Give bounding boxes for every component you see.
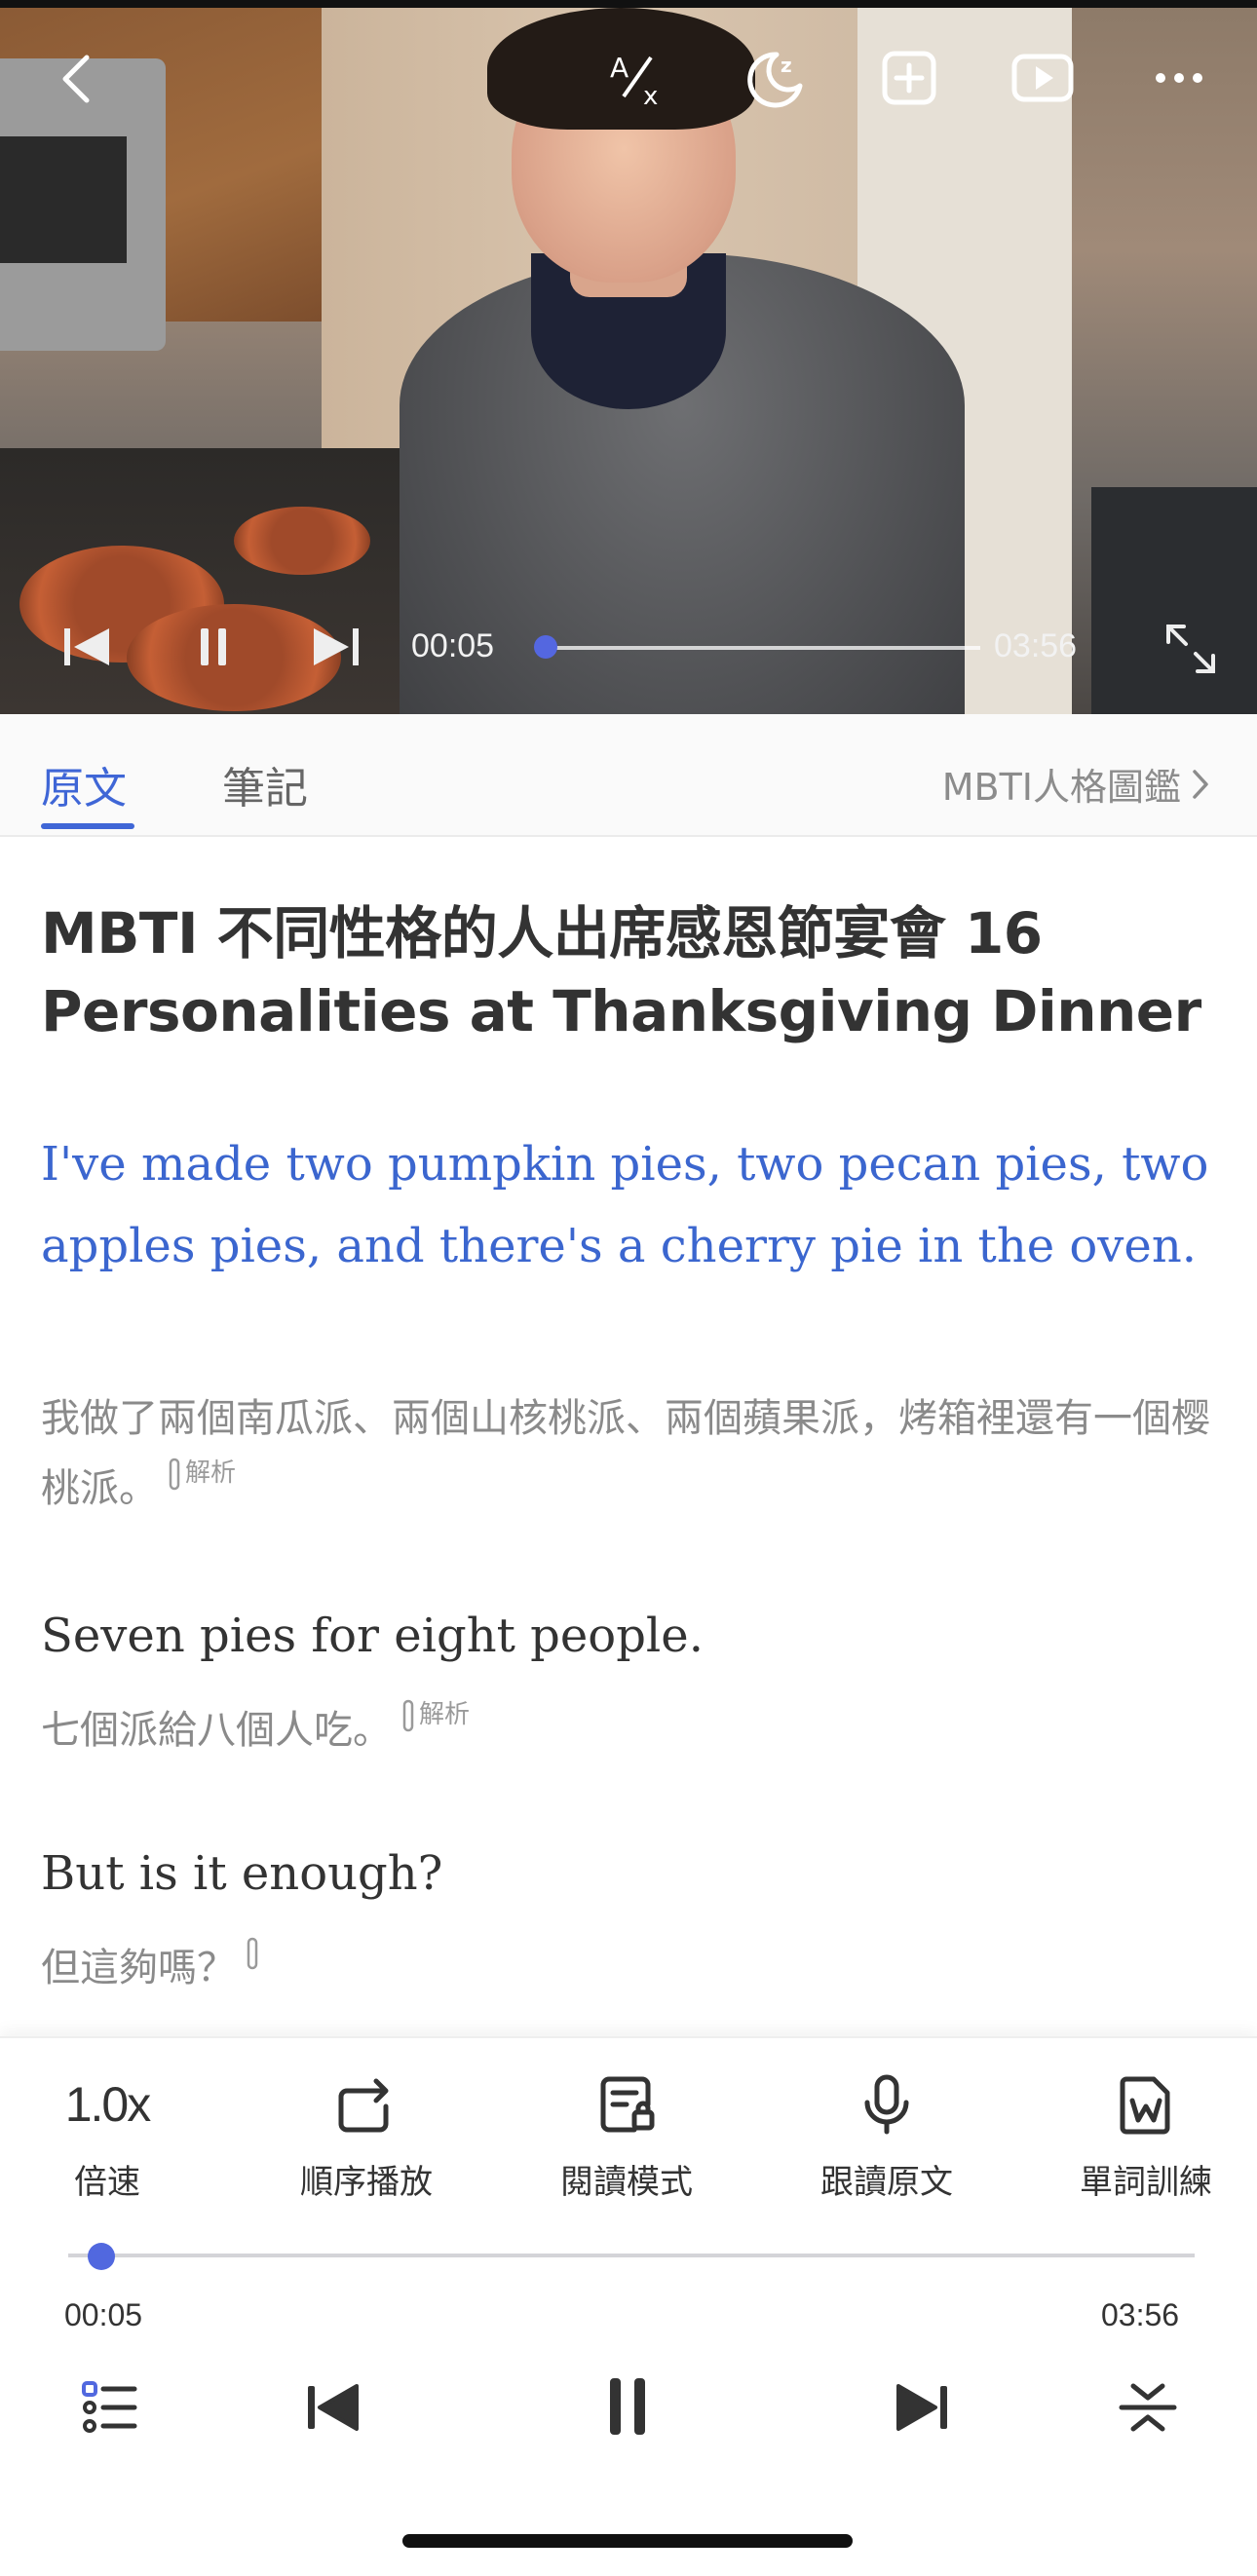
player-current-time: 00:05 bbox=[64, 2297, 143, 2332]
tab-active-indicator bbox=[41, 823, 134, 829]
analysis-icon bbox=[247, 1937, 258, 1970]
sentence-zh-3: 但這夠嗎？ bbox=[41, 1933, 1220, 2003]
svg-text:x: x bbox=[643, 82, 658, 110]
chevron-right-icon bbox=[1193, 769, 1208, 799]
reading-mode-button[interactable]: 閱讀模式 bbox=[529, 2065, 724, 2203]
content-tabs: 原文 筆記 MBTI人格圖鑑 bbox=[0, 714, 1257, 837]
svg-text:z: z bbox=[781, 54, 792, 77]
tab-original[interactable]: 原文 bbox=[41, 753, 127, 815]
video-icon[interactable] bbox=[1004, 43, 1082, 113]
player-duration: 03:56 bbox=[1101, 2297, 1180, 2332]
sentence-zh-2: 七個派給八個人吃。 解析 bbox=[41, 1695, 1220, 1765]
next-icon[interactable] bbox=[304, 620, 366, 674]
previous-icon[interactable] bbox=[57, 620, 119, 674]
video-progress-thumb[interactable] bbox=[534, 635, 557, 659]
player-progress-thumb[interactable] bbox=[88, 2243, 115, 2270]
reading-mode-label: 閱讀模式 bbox=[560, 2163, 693, 2202]
repeat-icon bbox=[338, 2078, 389, 2133]
sentence-en-1[interactable]: I've made two pumpkin pies, two pecan pi… bbox=[41, 1123, 1220, 1287]
shadowing-label: 跟讀原文 bbox=[820, 2163, 953, 2202]
order-play-label: 順序播放 bbox=[300, 2163, 433, 2202]
sentence-en-3[interactable]: But is it enough? bbox=[41, 1833, 1220, 1914]
microphone-icon bbox=[864, 2074, 909, 2135]
sleep-timer-icon[interactable]: z bbox=[736, 41, 814, 115]
collapse-icon[interactable] bbox=[1109, 2373, 1187, 2442]
speed-label: 倍速 bbox=[74, 2163, 140, 2202]
analysis-button[interactable]: 解析 bbox=[168, 1454, 236, 1493]
more-icon[interactable] bbox=[1140, 49, 1218, 107]
video-player[interactable]: Ax z 00:05 03:56 bbox=[0, 0, 1257, 714]
sentence-zh-3-text: 但這夠嗎？ bbox=[41, 1946, 236, 1990]
analysis-icon bbox=[169, 1458, 180, 1491]
player-progress-track[interactable] bbox=[68, 2254, 1195, 2257]
shadowing-button[interactable]: 跟讀原文 bbox=[789, 2065, 984, 2203]
analysis-label: 解析 bbox=[185, 1458, 237, 1488]
order-play-button[interactable]: 順序播放 bbox=[269, 2065, 464, 2203]
svg-text:A: A bbox=[610, 52, 628, 84]
video-progress-track[interactable] bbox=[546, 646, 980, 650]
analysis-button[interactable]: 解析 bbox=[401, 1695, 470, 1734]
word-doc-icon bbox=[1120, 2076, 1170, 2135]
sentence-zh-2-text: 七個派給八個人吃。 bbox=[41, 1708, 392, 1753]
analysis-icon bbox=[402, 1699, 414, 1732]
vocab-training-label: 單詞訓練 bbox=[1080, 2163, 1212, 2202]
article-title: MBTI 不同性格的人出席感恩節宴會 16 Personalities at T… bbox=[41, 900, 1201, 1044]
previous-sentence-icon[interactable] bbox=[292, 2373, 370, 2442]
back-icon[interactable] bbox=[47, 45, 105, 113]
mbti-guide-link[interactable]: MBTI人格圖鑑 bbox=[942, 757, 1210, 811]
home-indicator bbox=[402, 2534, 853, 2548]
fullscreen-icon[interactable] bbox=[1160, 620, 1222, 678]
mbti-guide-label: MBTI人格圖鑑 bbox=[941, 766, 1181, 809]
playlist-icon[interactable] bbox=[70, 2373, 148, 2442]
tab-notes[interactable]: 筆記 bbox=[222, 753, 308, 815]
video-current-time: 00:05 bbox=[411, 627, 495, 664]
add-icon[interactable] bbox=[872, 43, 946, 113]
reading-mode-icon bbox=[600, 2076, 655, 2133]
sentence-zh-1: 我做了兩個南瓜派、兩個山核桃派、兩個蘋果派，烤箱裡還有一個樱桃派。 解析 bbox=[41, 1383, 1220, 1524]
translate-icon[interactable]: Ax bbox=[599, 45, 677, 113]
vocab-training-button[interactable]: 單詞訓練 bbox=[1048, 2065, 1243, 2203]
speed-value: 1.0x bbox=[64, 2077, 152, 2132]
sentence-en-2[interactable]: Seven pies for eight people. bbox=[41, 1595, 1220, 1677]
video-duration: 03:56 bbox=[994, 627, 1078, 664]
next-sentence-icon[interactable] bbox=[885, 2373, 963, 2442]
analysis-button[interactable] bbox=[246, 1933, 259, 1972]
speed-button[interactable]: 1.0x 倍速 bbox=[10, 2065, 205, 2203]
play-pause-icon[interactable] bbox=[589, 2368, 667, 2445]
pause-icon[interactable] bbox=[189, 620, 238, 674]
analysis-label: 解析 bbox=[419, 1700, 471, 1729]
